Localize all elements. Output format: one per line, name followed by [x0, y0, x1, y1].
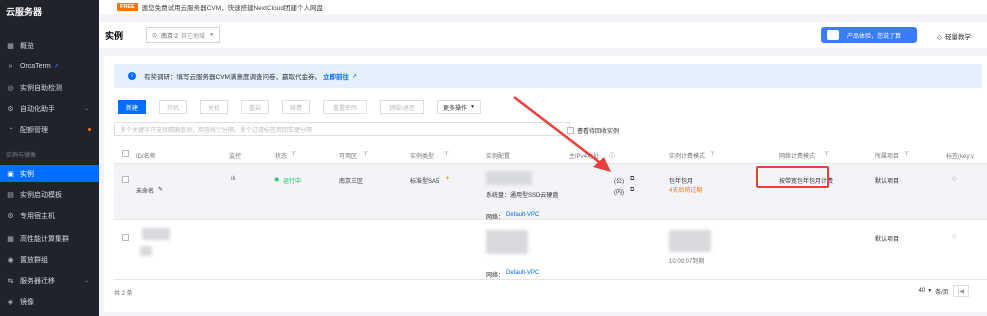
annotation-arrow [513, 96, 611, 172]
